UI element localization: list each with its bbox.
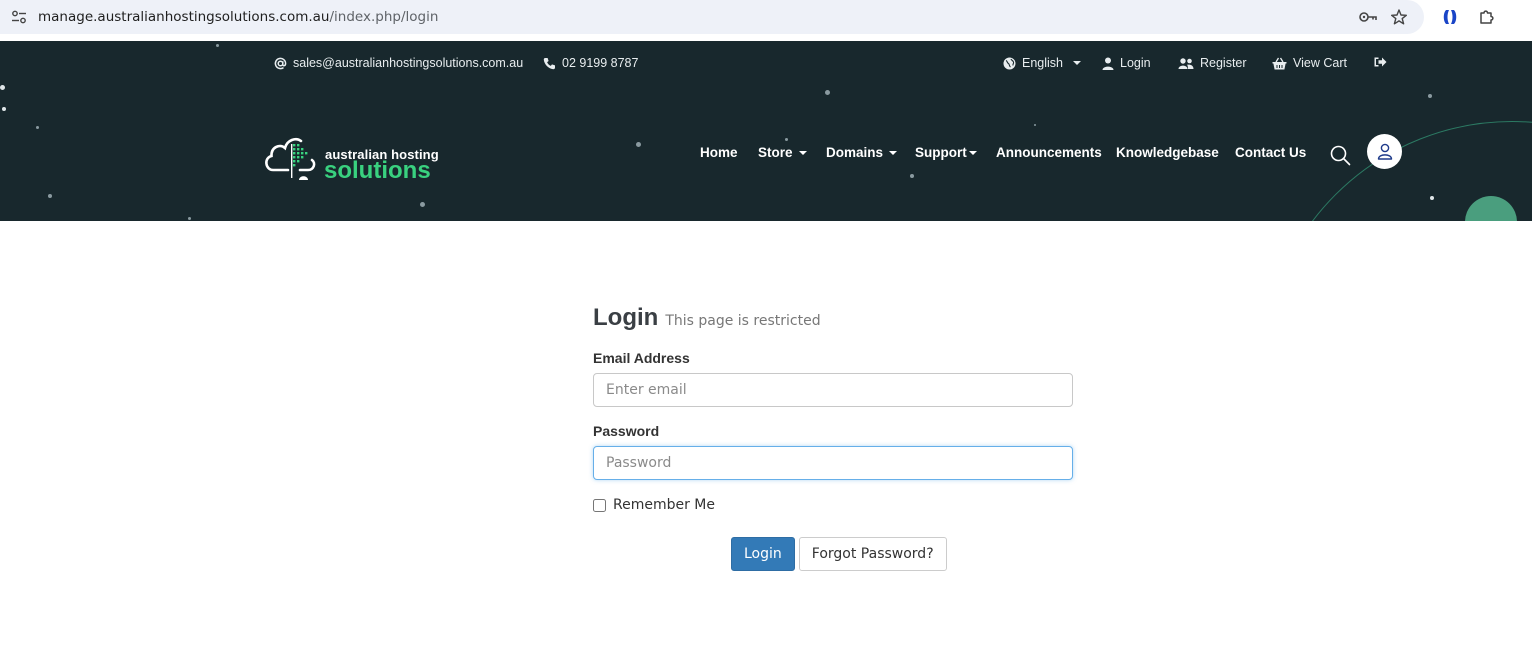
decor-star (48, 194, 52, 198)
users-icon (1178, 57, 1194, 69)
page-subtitle: This page is restricted (665, 313, 821, 329)
email-input[interactable] (593, 373, 1073, 407)
nav-domains[interactable]: Domains (826, 145, 898, 160)
chevron-down-icon (968, 150, 977, 155)
decor-star (1428, 94, 1432, 98)
nav-domains-label: Domains (826, 145, 884, 160)
globe-icon (1003, 57, 1016, 69)
topbar-logout-button[interactable] (1374, 56, 1387, 68)
language-selector[interactable]: English (1003, 56, 1081, 70)
url-path: /index.php/login (329, 9, 439, 25)
login-heading: Login This page is restricted (593, 304, 1073, 332)
decor-star (825, 90, 830, 95)
login-submit-button[interactable]: Login (731, 537, 795, 571)
nav-announcements[interactable]: Announcements (996, 145, 1102, 160)
sign-out-icon (1374, 57, 1387, 67)
chevron-down-icon (1073, 61, 1081, 65)
site-settings-icon[interactable] (11, 9, 27, 25)
nav-knowledgebase-label: Knowledgebase (1116, 145, 1219, 160)
user-outline-icon (1377, 143, 1392, 160)
topbar-login-link[interactable]: Login (1102, 56, 1151, 70)
nav-knowledgebase[interactable]: Knowledgebase (1116, 145, 1219, 160)
address-bar[interactable]: manage.australianhostingsolutions.com.au… (0, 0, 1424, 34)
nav-support-label: Support (915, 145, 967, 160)
decor-star (188, 217, 191, 220)
extensions-puzzle-icon[interactable] (1478, 8, 1496, 26)
browser-toolbar: manage.australianhostingsolutions.com.au… (0, 0, 1532, 41)
login-form: Login This page is restricted Email Addr… (593, 304, 1073, 513)
email-label: Email Address (593, 350, 690, 366)
nav-contact-label: Contact Us (1235, 145, 1307, 160)
topbar-view-cart-link[interactable]: View Cart (1272, 56, 1347, 70)
url-text[interactable]: manage.australianhostingsolutions.com.au… (38, 9, 438, 25)
email-text: sales@australianhostingsolutions.com.au (293, 56, 524, 70)
decor-star (636, 142, 641, 147)
decor-star (910, 174, 914, 178)
nav-announcements-label: Announcements (996, 145, 1102, 160)
search-icon[interactable] (1329, 144, 1351, 166)
register-link-label: Register (1200, 56, 1247, 70)
topbar-register-link[interactable]: Register (1178, 56, 1247, 70)
nav-home[interactable]: Home (700, 145, 738, 160)
view-cart-label: View Cart (1293, 56, 1347, 70)
nav-store[interactable]: Store (758, 145, 807, 160)
cloud-tree-logo-icon (265, 137, 316, 180)
form-actions: Login Forgot Password? (731, 537, 947, 571)
logo-text-bottom: solutions (324, 157, 431, 184)
decor-star (2, 107, 6, 111)
password-input[interactable] (593, 446, 1073, 480)
remember-me-label: Remember Me (613, 497, 715, 513)
topbar-email[interactable]: sales@australianhostingsolutions.com.au (274, 56, 523, 70)
nav-home-label: Home (700, 145, 738, 160)
decor-star (0, 85, 5, 90)
chevron-down-icon (798, 150, 807, 155)
chevron-down-icon (889, 150, 898, 155)
decor-star (420, 202, 425, 207)
topbar-phone[interactable]: 02 9199 8787 (543, 56, 638, 70)
password-label: Password (593, 423, 660, 439)
nav-support[interactable]: Support (915, 145, 977, 160)
forgot-password-button[interactable]: Forgot Password? (798, 537, 947, 571)
decor-star (216, 44, 219, 47)
account-button[interactable] (1367, 134, 1402, 169)
user-icon (1102, 57, 1114, 70)
url-host: manage.australianhostingsolutions.com.au (38, 9, 330, 25)
site-logo[interactable]: australian hosting solutions (264, 134, 444, 186)
phone-icon (543, 57, 555, 69)
nav-store-label: Store (758, 145, 793, 160)
key-icon[interactable] (1358, 9, 1378, 25)
remember-me-checkbox[interactable] (593, 498, 606, 512)
extension-shield-icon[interactable] (1441, 8, 1459, 26)
site-header: sales@australianhostingsolutions.com.au … (0, 41, 1532, 221)
at-sign-icon (274, 57, 287, 69)
page-title: Login (593, 304, 659, 331)
login-link-label: Login (1120, 56, 1151, 70)
bookmark-star-icon[interactable] (1390, 8, 1408, 26)
decor-star (785, 138, 788, 141)
phone-text: 02 9199 8787 (562, 56, 639, 70)
language-label: English (1022, 56, 1063, 70)
basket-icon (1272, 57, 1287, 69)
nav-contact-us[interactable]: Contact Us (1235, 145, 1306, 160)
decor-star (1034, 124, 1036, 126)
decor-star (36, 126, 39, 129)
remember-me[interactable]: Remember Me (593, 497, 1073, 513)
